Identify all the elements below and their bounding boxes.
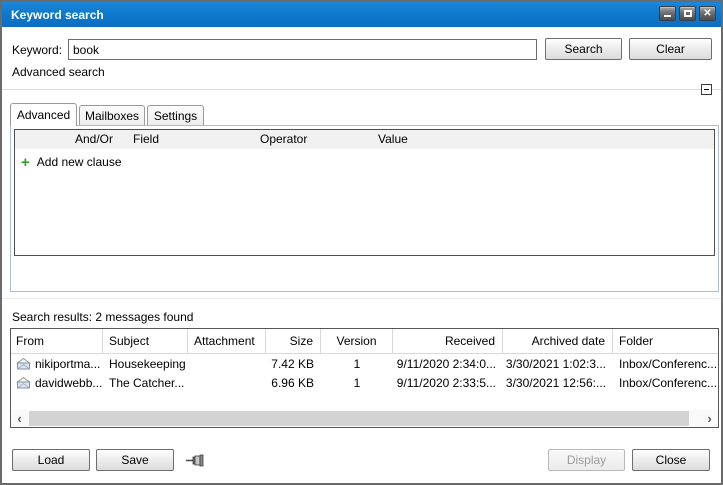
keyword-input[interactable] [68,39,537,60]
col-header-from[interactable]: From [11,329,103,353]
results-table: From Subject Attachment Size Version Rec… [10,328,719,428]
results-summary: Search results: 2 messages found [12,310,194,324]
tab-mailboxes[interactable]: Mailboxes [79,105,145,126]
load-button[interactable]: Load [12,449,90,471]
display-button[interactable]: Display [548,449,625,471]
cell-attachment [188,354,266,373]
cell-folder: Inbox/Conferenc... [619,356,718,371]
horizontal-scrollbar[interactable]: ‹ › [11,410,718,427]
clause-table: And/Or Field Operator Value + Add new cl… [14,129,715,256]
col-header-received[interactable]: Received [393,329,503,353]
col-header-attachment[interactable]: Attachment [188,329,266,353]
cell-from: nikiportma... [35,356,101,371]
cell-folder: Inbox/Conferenc... [619,375,718,390]
cell-subject: Housekeeping [109,356,186,371]
scrollbar-thumb[interactable] [29,411,689,426]
clause-header-operator: Operator [260,132,308,146]
advanced-search-label: Advanced search [12,65,105,79]
col-header-subject[interactable]: Subject [103,329,188,353]
cell-attachment [188,373,266,392]
window-controls: ✕ [659,6,716,21]
col-header-version[interactable]: Version [321,329,393,353]
clause-table-header: And/Or Field Operator Value [15,130,714,149]
advanced-tab-panel: And/Or Field Operator Value + Add new cl… [10,125,719,292]
close-dialog-button[interactable]: Close [632,449,710,471]
col-header-archived-date[interactable]: Archived date [503,329,613,353]
tab-advanced[interactable]: Advanced [10,103,77,126]
cell-received: 9/11/2020 2:34:0... [396,356,496,371]
cell-size: 6.96 KB [271,375,314,390]
close-icon: ✕ [703,7,712,19]
cell-archived-date: 3/30/2021 12:56:... [505,375,606,390]
open-envelope-icon [16,376,31,388]
minimize-button[interactable] [659,6,676,21]
results-separator [2,298,721,299]
maximize-icon [683,10,692,17]
scroll-left-arrow-icon[interactable]: ‹ [11,410,28,427]
close-button[interactable]: ✕ [699,6,716,21]
cell-subject: The Catcher... [109,375,185,390]
minimize-icon [664,15,671,17]
search-button[interactable]: Search [545,38,622,60]
cell-version: 1 [353,356,361,371]
scroll-right-arrow-icon[interactable]: › [701,410,718,427]
clause-header-field: Field [133,132,160,146]
cell-from: davidwebb... [35,375,103,390]
results-table-header: From Subject Attachment Size Version Rec… [11,329,718,354]
clause-header-andor: And/Or [74,132,113,146]
cell-size: 7.42 KB [271,356,314,371]
maximize-button[interactable] [679,6,696,21]
cell-received: 9/11/2020 2:33:5... [396,375,496,390]
collapse-toggle[interactable] [701,84,712,95]
open-envelope-icon [16,357,31,369]
cell-archived-date: 3/30/2021 1:02:3... [505,356,606,371]
tab-settings[interactable]: Settings [147,105,204,126]
col-header-size[interactable]: Size [266,329,321,353]
add-new-clause-label: Add new clause [36,155,122,169]
clear-button[interactable]: Clear [629,38,712,60]
add-new-clause-button[interactable]: + Add new clause [15,152,122,172]
cell-version: 1 [353,375,361,390]
add-plus-icon: + [21,153,30,171]
collapse-minus-icon [704,89,709,90]
section-separator [2,89,721,90]
save-button[interactable]: Save [96,449,174,471]
result-row[interactable]: davidwebb... The Catcher... 6.96 KB 1 9/… [11,373,718,392]
keyword-label: Keyword: [12,43,63,57]
result-row[interactable]: nikiportma... Housekeeping 7.42 KB 1 9/1… [11,354,718,373]
clause-header-value: Value [378,132,408,146]
window-title: Keyword search [11,7,104,22]
titlebar[interactable]: Keyword search ✕ [2,2,721,27]
keyword-search-window: Keyword search ✕ Keyword: Search Clear A… [0,0,723,485]
col-header-folder[interactable]: Folder [613,329,718,353]
pin-icon[interactable] [186,454,204,467]
